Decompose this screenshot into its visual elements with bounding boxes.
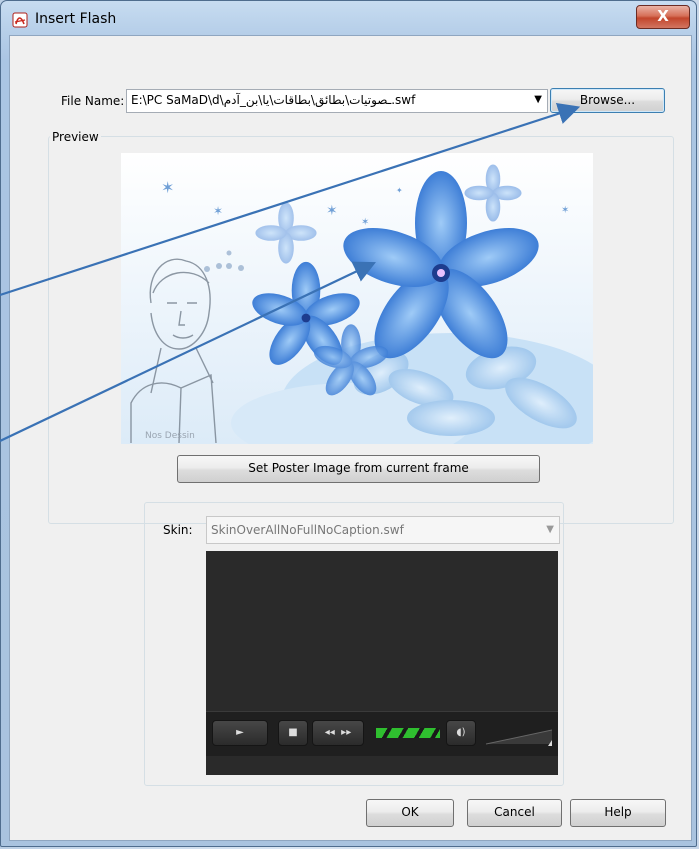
browse-button[interactable]: Browse... xyxy=(550,88,665,113)
flash-preview-image: ✶ ✶ ✶ ✶ ✦ ✶ Nos Dessin xyxy=(121,153,593,444)
file-name-combobox[interactable]: E:\PC SaMaD\d\ـصوتيات\بطائق\بطاقات\يا\بن… xyxy=(126,89,548,113)
stop-icon[interactable]: ■ xyxy=(278,720,308,746)
rewind-icon[interactable]: ◂◂ xyxy=(325,727,335,738)
insert-flash-dialog: Insert Flash X File Name: E:\PC SaMaD\d\… xyxy=(0,0,697,847)
progress-bar[interactable] xyxy=(376,728,440,738)
file-name-label: File Name: xyxy=(61,94,125,108)
image-caption: Nos Dessin xyxy=(145,431,195,441)
play-icon[interactable]: ► xyxy=(212,720,268,746)
flower-artwork: ✶ ✶ ✶ ✶ ✦ ✶ Nos Dessin xyxy=(121,153,593,444)
close-icon: X xyxy=(657,7,669,25)
dialog-title: Insert Flash xyxy=(35,11,117,27)
player-controlbar: ► ■ ◂◂ ▸▸ ◖) xyxy=(206,711,558,756)
svg-text:✶: ✶ xyxy=(326,203,338,219)
rewind-forward-group[interactable]: ◂◂ ▸▸ xyxy=(312,720,364,746)
svg-text:✶: ✶ xyxy=(361,217,369,228)
pdf-icon xyxy=(12,12,28,28)
dialog-body: File Name: E:\PC SaMaD\d\ـصوتيات\بطائق\ب… xyxy=(9,35,692,841)
volume-slider[interactable] xyxy=(485,726,553,746)
title-bar[interactable]: Insert Flash X xyxy=(1,1,698,39)
close-button[interactable]: X xyxy=(636,5,690,29)
file-name-value: E:\PC SaMaD\d\ـصوتيات\بطائق\بطاقات\يا\بن… xyxy=(131,93,416,107)
svg-text:✶: ✶ xyxy=(161,178,174,197)
fast-forward-icon[interactable]: ▸▸ xyxy=(341,727,351,738)
skin-preview-player: ► ■ ◂◂ ▸▸ ◖) xyxy=(206,551,558,775)
volume-icon[interactable]: ◖) xyxy=(446,720,476,746)
skin-value: SkinOverAllNoFullNoCaption.swf xyxy=(211,523,404,537)
chevron-down-icon[interactable]: ▼ xyxy=(534,94,542,105)
cancel-button[interactable]: Cancel xyxy=(467,799,562,827)
preview-group-label: Preview xyxy=(50,130,101,144)
ok-button[interactable]: OK xyxy=(366,799,454,827)
skin-select[interactable]: SkinOverAllNoFullNoCaption.swf ▼ xyxy=(206,516,560,544)
chevron-down-icon[interactable]: ▼ xyxy=(546,524,554,535)
set-poster-image-button[interactable]: Set Poster Image from current frame xyxy=(177,455,540,483)
svg-text:✶: ✶ xyxy=(213,204,223,218)
skin-label: Skin: xyxy=(163,523,193,537)
svg-text:✶: ✶ xyxy=(561,205,569,216)
svg-text:✦: ✦ xyxy=(396,186,403,195)
help-button[interactable]: Help xyxy=(570,799,666,827)
